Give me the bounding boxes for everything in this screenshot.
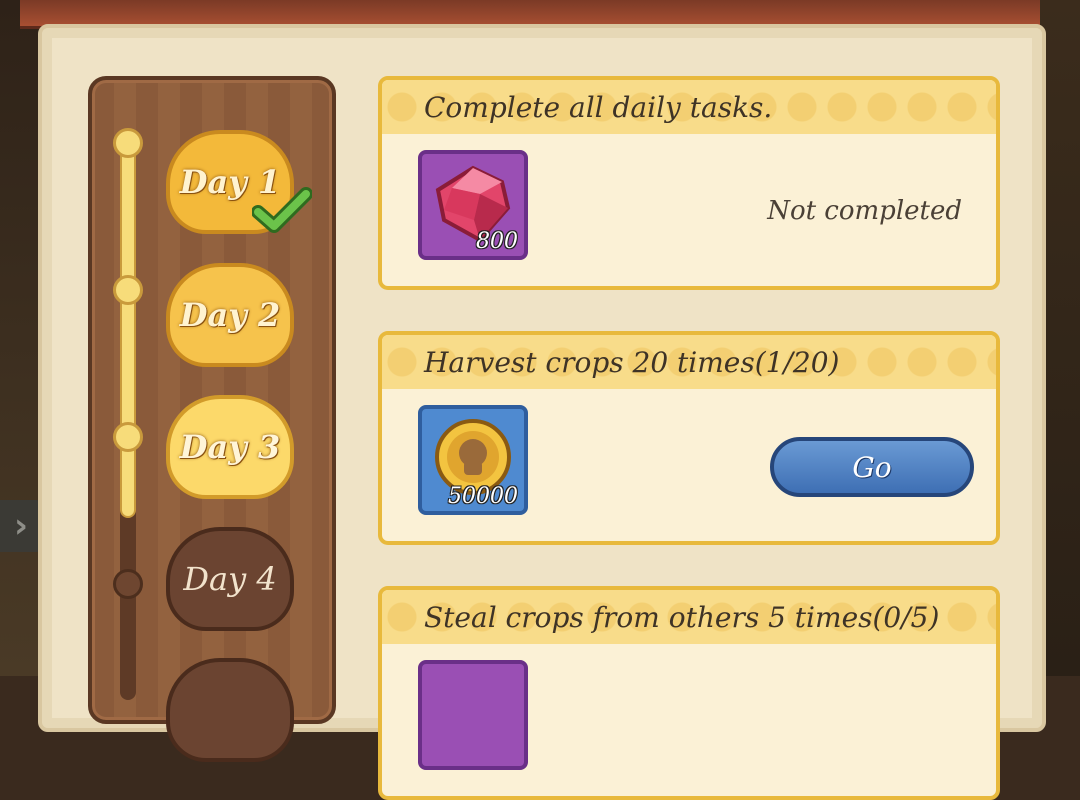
track-node (113, 569, 143, 599)
go-button[interactable]: Go (770, 437, 974, 497)
go-button-label: Go (852, 450, 892, 484)
task-title: Complete all daily tasks. (382, 80, 996, 134)
day-tab-4[interactable]: Day 4 (166, 527, 294, 631)
day-label: Day 3 (179, 428, 281, 466)
track-node (113, 275, 143, 305)
checkmark-icon (252, 187, 312, 233)
progress-track-fill (120, 140, 136, 518)
task-title: Harvest crops 20 times(1/20) (382, 335, 996, 389)
task-card: Steal crops from others 5 times(0/5) (378, 586, 1000, 800)
day-label: Day 4 (183, 560, 277, 598)
reward-quantity: 800 (476, 229, 518, 254)
day-tab-3[interactable]: Day 3 (166, 395, 294, 499)
task-card: Complete all daily tasks. 800 Not comple… (378, 76, 1000, 290)
reward-quantity: 50000 (448, 484, 518, 509)
reward-gem[interactable]: 800 (418, 150, 528, 260)
track-node (113, 422, 143, 452)
day-tab-5[interactable] (166, 658, 294, 762)
reward-gem[interactable] (418, 660, 528, 770)
task-card: Harvest crops 20 times(1/20) 50000 Go (378, 331, 1000, 545)
track-node (113, 128, 143, 158)
task-title: Steal crops from others 5 times(0/5) (382, 590, 996, 644)
day-tab-2[interactable]: Day 2 (166, 263, 294, 367)
expand-arrow-icon[interactable]: › (0, 500, 42, 552)
task-status: Not completed (767, 196, 962, 226)
reward-coin[interactable]: 50000 (418, 405, 528, 515)
day-label: Day 2 (179, 296, 281, 334)
